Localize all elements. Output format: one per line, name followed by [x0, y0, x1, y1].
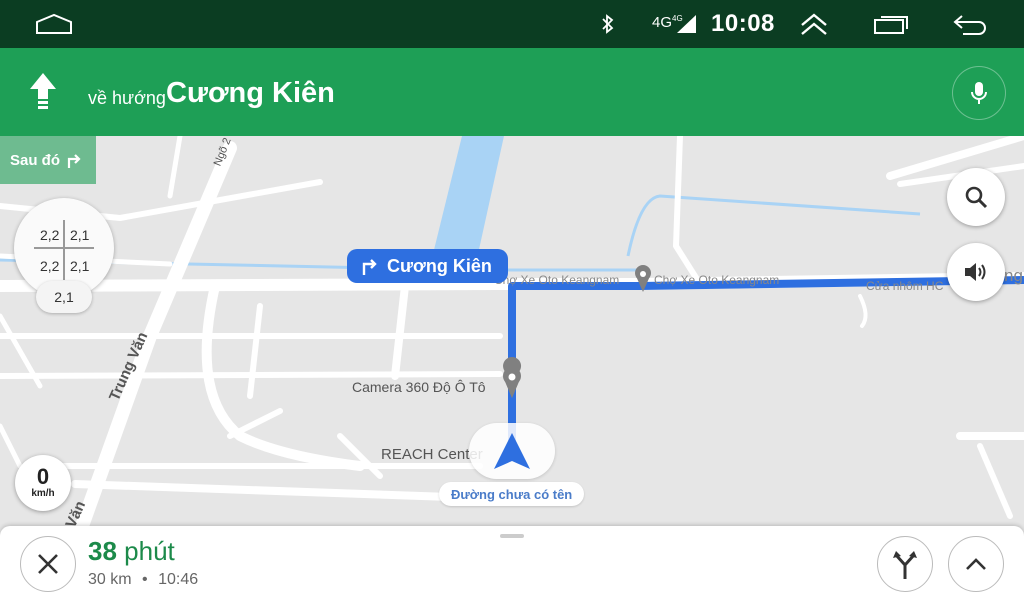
signal-icon [676, 0, 698, 48]
lane-value: 2,1 [70, 227, 90, 243]
voice-search-button[interactable] [952, 66, 1006, 120]
speaker-icon [965, 263, 986, 281]
next-turn-callout: Cương Kiên [347, 249, 508, 283]
arrival-time: 10:46 [158, 571, 199, 588]
expand-icon[interactable] [798, 0, 830, 48]
trip-distance: 30 km [88, 571, 132, 588]
separator: • [142, 571, 148, 588]
recents-icon[interactable] [872, 0, 910, 48]
status-bar: 4G4G 10:08 [0, 0, 1024, 48]
alternate-routes-button[interactable] [877, 536, 933, 592]
microphone-icon [971, 82, 987, 104]
eta-duration: 38 phút [88, 536, 175, 566]
speedometer: 0 km/h [15, 455, 71, 511]
lane-value: 2,2 [40, 227, 60, 243]
lane-value: 2,2 [40, 258, 60, 274]
current-road-label: Đường chưa có tên [439, 482, 585, 506]
drag-handle[interactable] [500, 534, 524, 538]
straight-arrow-icon [28, 73, 58, 114]
poi-camera-360[interactable]: Camera 360 Độ Ô Tô [352, 379, 486, 395]
poi-reach-center[interactable]: REACH Center [381, 446, 483, 463]
street-label-edge: ng [1004, 266, 1023, 285]
search-icon [965, 186, 988, 209]
speed-unit: km/h [31, 488, 55, 499]
expand-panel-button[interactable] [948, 536, 1004, 592]
close-icon [38, 554, 58, 574]
bluetooth-icon [598, 0, 618, 48]
clock: 10:08 [711, 10, 775, 37]
poi-keangnam-left[interactable]: Chợ Xe Oto Keangnam [494, 273, 619, 287]
turn-right-icon [67, 154, 81, 168]
eta-details: 30 km • 10:46 [88, 571, 198, 589]
turn-street-label: Cương Kiên [387, 255, 492, 276]
speed-value: 0 [36, 464, 50, 489]
navigation-header: về hướng Cương Kiên [0, 48, 1024, 136]
then-label: Sau đó [10, 151, 61, 169]
next-street: Cương Kiên [166, 77, 335, 109]
poi-keangnam-right[interactable]: Chợ Xe Oto Keangnam [654, 273, 779, 287]
navigation-arrow-icon [494, 433, 530, 469]
sound-button[interactable] [947, 243, 1005, 301]
back-icon[interactable] [952, 0, 988, 48]
trip-panel: 38 phút 30 km • 10:46 [0, 526, 1024, 600]
chevron-up-icon [966, 558, 986, 570]
turn-right-icon [362, 259, 377, 275]
search-button[interactable] [947, 168, 1005, 226]
home-icon[interactable] [34, 0, 74, 48]
toward-label: về hướng [88, 88, 166, 108]
poi-cua-nhom[interactable]: Cửa nhôm HC [866, 279, 943, 293]
then-turn-indicator: Sau đó [0, 136, 96, 184]
lane-value: 2,1 [36, 281, 92, 313]
current-location-marker[interactable] [469, 423, 555, 479]
fork-routes-icon [893, 551, 917, 579]
exit-navigation-button[interactable] [20, 536, 76, 592]
lane-value: 2,1 [70, 258, 90, 274]
